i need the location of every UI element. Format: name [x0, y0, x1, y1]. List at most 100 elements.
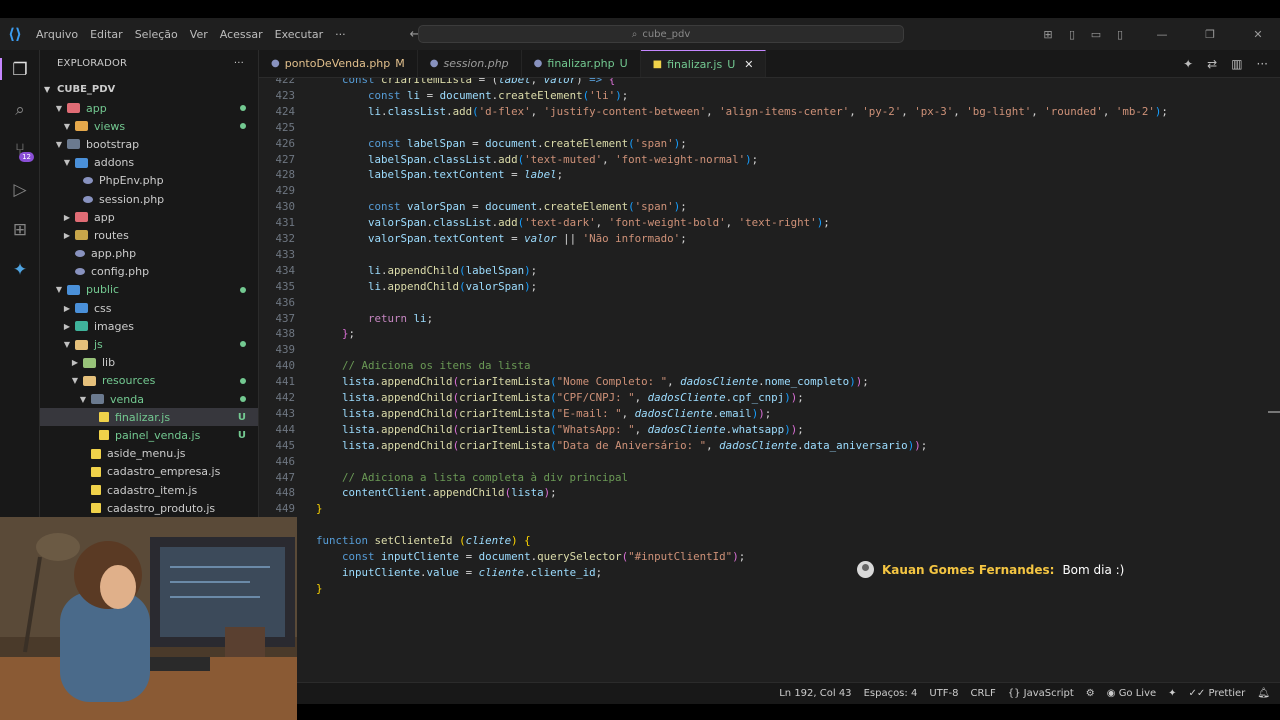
tree-item-painel-venda-js[interactable]: painel_venda.js U — [40, 426, 258, 444]
code-line[interactable]: 424 li.classList.add('d-flex', 'justify-… — [259, 104, 1167, 120]
toggle-sidebar-icon[interactable]: ▯ — [1066, 28, 1078, 41]
close-window-icon[interactable]: ✕ — [1246, 28, 1270, 41]
code-line[interactable]: 432 valorSpan.textContent = valor || 'Nã… — [259, 231, 686, 247]
scrollbar-marker — [1268, 411, 1280, 413]
split-editor-icon[interactable]: ▥ — [1231, 57, 1242, 71]
tree-item-routes[interactable]: ▶ routes — [40, 226, 258, 244]
vscode-logo-icon: ⟨⟩ — [8, 25, 22, 43]
prettier-button[interactable]: ✓✓ Prettier — [1189, 688, 1246, 699]
code-line[interactable]: 445 lista.appendChild(criarItemLista("Da… — [259, 438, 927, 454]
toggle-panel-icon[interactable]: ▭ — [1090, 28, 1102, 41]
menu-more[interactable]: ··· — [329, 28, 352, 41]
code-line[interactable]: 425 — [259, 120, 316, 136]
code-line[interactable]: 437 return li; — [259, 311, 433, 327]
code-line[interactable]: 430 const valorSpan = document.createEle… — [259, 199, 686, 215]
menu-editar[interactable]: Editar — [84, 28, 129, 41]
tree-item-app-php[interactable]: app.php — [40, 245, 258, 263]
toggle-secondary-sidebar-icon[interactable]: ▯ — [1114, 28, 1126, 41]
ports-icon[interactable]: ⚙ — [1086, 688, 1095, 699]
code-line[interactable]: 434 li.appendChild(labelSpan); — [259, 263, 537, 279]
code-line[interactable]: 448 contentClient.appendChild(lista); — [259, 485, 556, 501]
restore-icon[interactable]: ❐ — [1198, 28, 1222, 41]
code-line[interactable]: 427 labelSpan.classList.add('text-muted'… — [259, 152, 758, 168]
encoding[interactable]: UTF-8 — [929, 688, 958, 699]
code-line[interactable]: 433 — [259, 247, 316, 263]
menu-ver[interactable]: Ver — [184, 28, 214, 41]
indentation[interactable]: Espaços: 4 — [864, 688, 918, 699]
code-line[interactable]: 441 lista.appendChild(criarItemLista("No… — [259, 374, 868, 390]
menu-arquivo[interactable]: Arquivo — [30, 28, 84, 41]
code-line[interactable]: 443 lista.appendChild(criarItemLista("E-… — [259, 406, 771, 422]
code-line[interactable]: 435 li.appendChild(valorSpan); — [259, 279, 537, 295]
tree-item-session-php[interactable]: session.php — [40, 190, 258, 208]
code-line[interactable]: 423 const li = document.createElement('l… — [259, 88, 628, 104]
code-line[interactable]: 436 — [259, 295, 316, 311]
tree-item-cadastro-empresa-js[interactable]: cadastro_empresa.js — [40, 463, 258, 481]
search-icon[interactable]: ⌕ — [8, 98, 32, 122]
go-live-button[interactable]: ◉ Go Live — [1107, 688, 1156, 699]
compare-icon[interactable]: ⇄ — [1207, 57, 1217, 71]
customize-layout-icon[interactable]: ⊞ — [1042, 28, 1054, 41]
run-debug-icon[interactable]: ▷ — [8, 178, 32, 202]
copilot-icon[interactable]: ✦ — [8, 258, 32, 282]
tree-item-resources[interactable]: ▼ resources — [40, 372, 258, 390]
code-line[interactable]: 429 — [259, 183, 316, 199]
source-control-icon[interactable]: ⑂ 12 — [8, 138, 34, 162]
code-line[interactable]: 428 labelSpan.textContent = label; — [259, 167, 563, 183]
copilot-status-icon[interactable]: ✦ — [1168, 688, 1176, 699]
tree-item-app[interactable]: ▼ app — [40, 99, 258, 117]
menu-executar[interactable]: Executar — [269, 28, 330, 41]
folder-icon — [67, 139, 80, 150]
code-line[interactable]: inputCliente.value = cliente.cliente_id; — [259, 565, 602, 581]
code-line[interactable]: 439 — [259, 342, 316, 358]
copilot-chat-icon[interactable]: ✦ — [1183, 57, 1193, 71]
code-line[interactable]: function setClienteId (cliente) { — [259, 533, 531, 549]
menu-selecao[interactable]: Seleção — [129, 28, 184, 41]
command-center-search[interactable]: ⌕ cube_pdv — [418, 25, 904, 43]
tab-finalizar-php[interactable]: ● finalizar.php U — [522, 50, 641, 77]
tree-item-cadastro-item-js[interactable]: cadastro_item.js — [40, 481, 258, 499]
tree-item-app[interactable]: ▶ app — [40, 208, 258, 226]
tree-item-css[interactable]: ▶ css — [40, 299, 258, 317]
end-of-line[interactable]: CRLF — [970, 688, 995, 699]
tree-item-venda[interactable]: ▼ venda — [40, 390, 258, 408]
tree-item-lib[interactable]: ▶ lib — [40, 354, 258, 372]
code-line[interactable]: 447 // Adiciona a lista completa à div p… — [259, 470, 628, 486]
tree-item-bootstrap[interactable]: ▼ bootstrap — [40, 135, 258, 153]
cursor-position[interactable]: Ln 192, Col 43 — [779, 688, 851, 699]
code-line[interactable]: 442 lista.appendChild(criarItemLista("CP… — [259, 390, 803, 406]
code-line[interactable]: 444 lista.appendChild(criarItemLista("Wh… — [259, 422, 803, 438]
tree-item-public[interactable]: ▼ public — [40, 281, 258, 299]
code-line[interactable]: 440 // Adiciona os itens da lista — [259, 358, 530, 374]
code-line[interactable]: 446 — [259, 454, 316, 470]
code-line[interactable]: 431 valorSpan.classList.add('text-dark',… — [259, 215, 829, 231]
tab-session-php[interactable]: ● session.php — [418, 50, 522, 77]
tree-item-addons[interactable]: ▼ addons — [40, 154, 258, 172]
code-line[interactable]: 438 }; — [259, 326, 355, 342]
tree-item-phpenv-php[interactable]: PhpEnv.php — [40, 172, 258, 190]
more-actions-icon[interactable]: ··· — [1257, 57, 1268, 71]
code-line[interactable]: 426 const labelSpan = document.createEle… — [259, 136, 686, 152]
tab-pontodevenda-php[interactable]: ● pontoDeVenda.php M — [259, 50, 418, 77]
close-tab-icon[interactable]: ✕ — [744, 58, 753, 71]
code-editor[interactable]: 422 const criarItemLista = (label, valor… — [259, 78, 1280, 682]
tree-item-js[interactable]: ▼ js — [40, 335, 258, 353]
explorer-icon[interactable]: ❐ — [8, 58, 32, 82]
notifications-bell-icon[interactable]: 🔔︎ — [1257, 688, 1270, 699]
tree-item-cadastro-produto-js[interactable]: cadastro_produto.js — [40, 499, 258, 517]
tab-finalizar-js[interactable]: ■ finalizar.js U ✕ — [640, 50, 767, 77]
tree-item-finalizar-js[interactable]: finalizar.js U — [40, 408, 258, 427]
code-line[interactable]: 422 const criarItemLista = (label, valor… — [259, 78, 615, 88]
code-line[interactable]: const inputCliente = document.querySelec… — [259, 549, 745, 565]
tree-item-config-php[interactable]: config.php — [40, 263, 258, 281]
workspace-root[interactable]: ▼ CUBE_PDV — [40, 79, 258, 99]
language-mode[interactable]: {} JavaScript — [1008, 688, 1074, 699]
extensions-icon[interactable]: ⊞ — [8, 218, 32, 242]
explorer-more-button[interactable]: ··· — [234, 58, 244, 69]
menu-acessar[interactable]: Acessar — [214, 28, 269, 41]
code-line[interactable]: 449} — [259, 501, 322, 517]
tree-item-views[interactable]: ▼ views — [40, 117, 258, 135]
minimize-icon[interactable]: — — [1150, 28, 1174, 41]
tree-item-images[interactable]: ▶ images — [40, 317, 258, 335]
tree-item-aside-menu-js[interactable]: aside_menu.js — [40, 445, 258, 463]
